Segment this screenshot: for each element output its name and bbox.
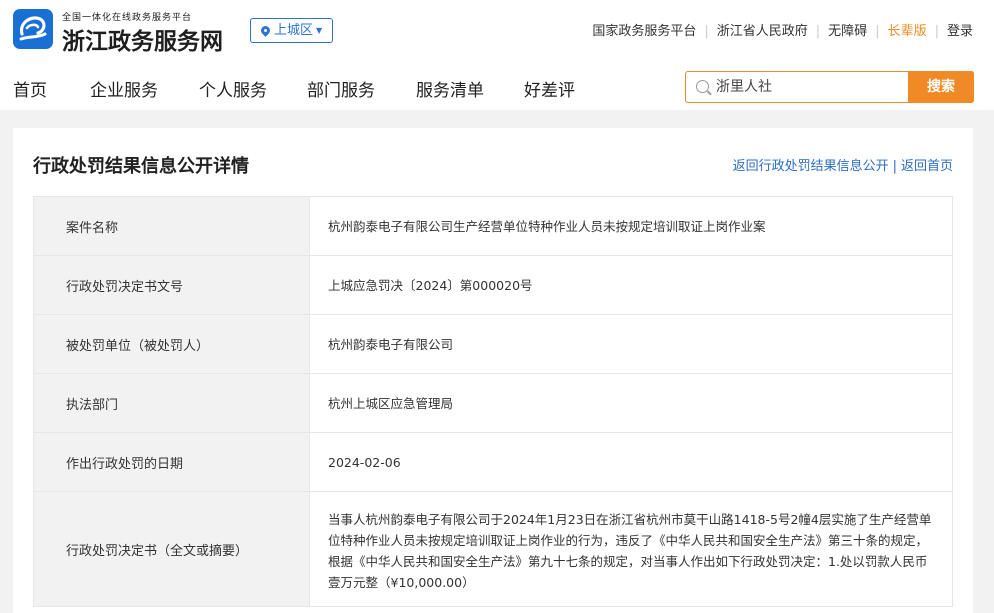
nav-department-services[interactable]: 部门服务 <box>307 76 375 101</box>
link-elder-mode[interactable]: 长辈版 <box>888 24 927 39</box>
field-value: 当事人杭州韵泰电子有限公司于2024年1月23日在浙江省杭州市莫干山路1418-… <box>328 512 932 590</box>
search-input[interactable] <box>716 76 901 98</box>
table-row: 行政处罚决定书（全文或摘要） 当事人杭州韵泰电子有限公司于2024年1月23日在… <box>33 492 953 607</box>
link-zhejiang-government[interactable]: 浙江省人民政府 <box>717 24 808 39</box>
back-to-list-link[interactable]: 返回行政处罚结果信息公开 <box>733 159 889 174</box>
nav-personal-services[interactable]: 个人服务 <box>199 76 267 101</box>
site-header: 全国一体化在线政务服务平台 浙江政务服务网 上城区 ▼ 国家政务服务平台 | 浙江省人… <box>0 0 994 110</box>
location-pin-icon <box>259 24 272 37</box>
table-row: 被处罚单位（被处罚人） 杭州韵泰电子有限公司 <box>33 315 953 374</box>
divider: | <box>892 159 897 174</box>
field-label: 案件名称 <box>34 197 310 255</box>
field-label: 执法部门 <box>34 374 310 432</box>
nav-home[interactable]: 首页 <box>13 76 47 101</box>
divider: | <box>815 24 821 39</box>
search-box: 搜索 <box>685 71 974 103</box>
site-title[interactable]: 浙江政务服务网 <box>62 22 223 56</box>
link-login[interactable]: 登录 <box>947 24 973 39</box>
table-row: 行政处罚决定书文号 上城应急罚决〔2024〕第000020号 <box>33 256 953 315</box>
search-button[interactable]: 搜索 <box>908 71 974 103</box>
divider: | <box>934 24 939 39</box>
field-value: 上城应急罚决〔2024〕第000020号 <box>328 277 533 293</box>
field-value: 杭州韵泰电子有限公司生产经营单位特种作业人员未按规定培训取证上岗作业案 <box>328 218 766 234</box>
link-accessibility[interactable]: 无障碍 <box>828 24 867 39</box>
field-label: 作出行政处罚的日期 <box>34 433 310 491</box>
search-icon <box>696 80 709 93</box>
caret-down-icon: ▼ <box>316 26 323 35</box>
table-row: 作出行政处罚的日期 2024-02-06 <box>33 433 953 492</box>
divider: | <box>704 24 709 39</box>
back-links: 返回行政处罚结果信息公开 | 返回首页 <box>733 155 953 174</box>
nav-enterprise-services[interactable]: 企业服务 <box>90 76 158 101</box>
field-label: 行政处罚决定书（全文或摘要） <box>34 492 310 606</box>
link-national-platform[interactable]: 国家政务服务平台 <box>592 24 696 39</box>
site-logo-icon[interactable] <box>13 9 53 49</box>
nav-evaluation[interactable]: 好差评 <box>524 76 575 101</box>
table-row: 执法部门 杭州上城区应急管理局 <box>33 374 953 433</box>
table-row: 案件名称 杭州韵泰电子有限公司生产经营单位特种作业人员未按规定培训取证上岗作业案 <box>33 197 953 256</box>
divider: | <box>875 24 880 39</box>
region-selector[interactable]: 上城区 ▼ <box>250 18 333 43</box>
top-links: 国家政务服务平台 | 浙江省人民政府 | 无障碍 | 长辈版 | 登录 <box>592 20 973 39</box>
detail-table: 案件名称 杭州韵泰电子有限公司生产经营单位特种作业人员未按规定培训取证上岗作业案… <box>33 196 953 607</box>
field-label: 被处罚单位（被处罚人） <box>34 315 310 373</box>
field-value: 杭州韵泰电子有限公司 <box>328 336 454 352</box>
detail-card: 行政处罚结果信息公开详情 返回行政处罚结果信息公开 | 返回首页 案件名称 杭州韵泰… <box>13 128 973 613</box>
field-value: 杭州上城区应急管理局 <box>328 395 454 411</box>
region-label: 上城区 <box>274 23 314 38</box>
field-value: 2024-02-06 <box>328 454 401 470</box>
back-to-home-link[interactable]: 返回首页 <box>901 159 953 174</box>
field-label: 行政处罚决定书文号 <box>34 256 310 314</box>
nav-service-list[interactable]: 服务清单 <box>416 76 484 101</box>
page-title: 行政处罚结果信息公开详情 <box>33 156 249 177</box>
